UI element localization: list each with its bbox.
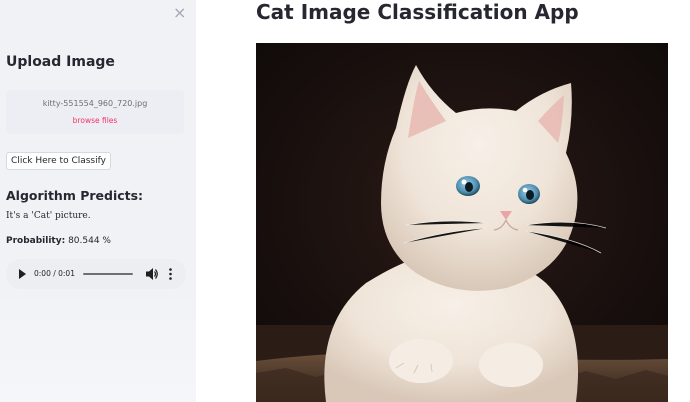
algorithm-heading: Algorithm Predicts: [6,188,144,203]
file-uploader[interactable]: kitty-551554_960_720.jpg browse files [6,90,184,134]
prediction-text: It's a 'Cat' picture. [6,211,91,221]
probability-line: Probability: 80.544 % [6,236,111,246]
classify-button[interactable]: Click Here to Classify [6,152,111,170]
browse-files-link[interactable]: browse files [6,116,184,125]
probability-label: Probability: [6,236,66,246]
classified-image [256,43,668,402]
audio-progress-bar[interactable] [83,273,133,275]
probability-value: 80.544 % [68,236,111,246]
play-icon[interactable] [19,269,26,279]
page-title: Cat Image Classification App [256,0,579,24]
sidebar: × Upload Image kitty-551554_960_720.jpg … [0,0,196,402]
close-sidebar-icon[interactable]: × [173,5,186,21]
more-options-icon[interactable] [169,268,172,280]
volume-icon[interactable] [146,267,158,281]
kitten-image [256,43,668,402]
audio-player: 0:00 / 0:01 [6,259,186,289]
audio-time: 0:00 / 0:01 [34,269,75,278]
upload-heading: Upload Image [6,54,115,70]
uploaded-filename: kitty-551554_960_720.jpg [42,99,148,108]
